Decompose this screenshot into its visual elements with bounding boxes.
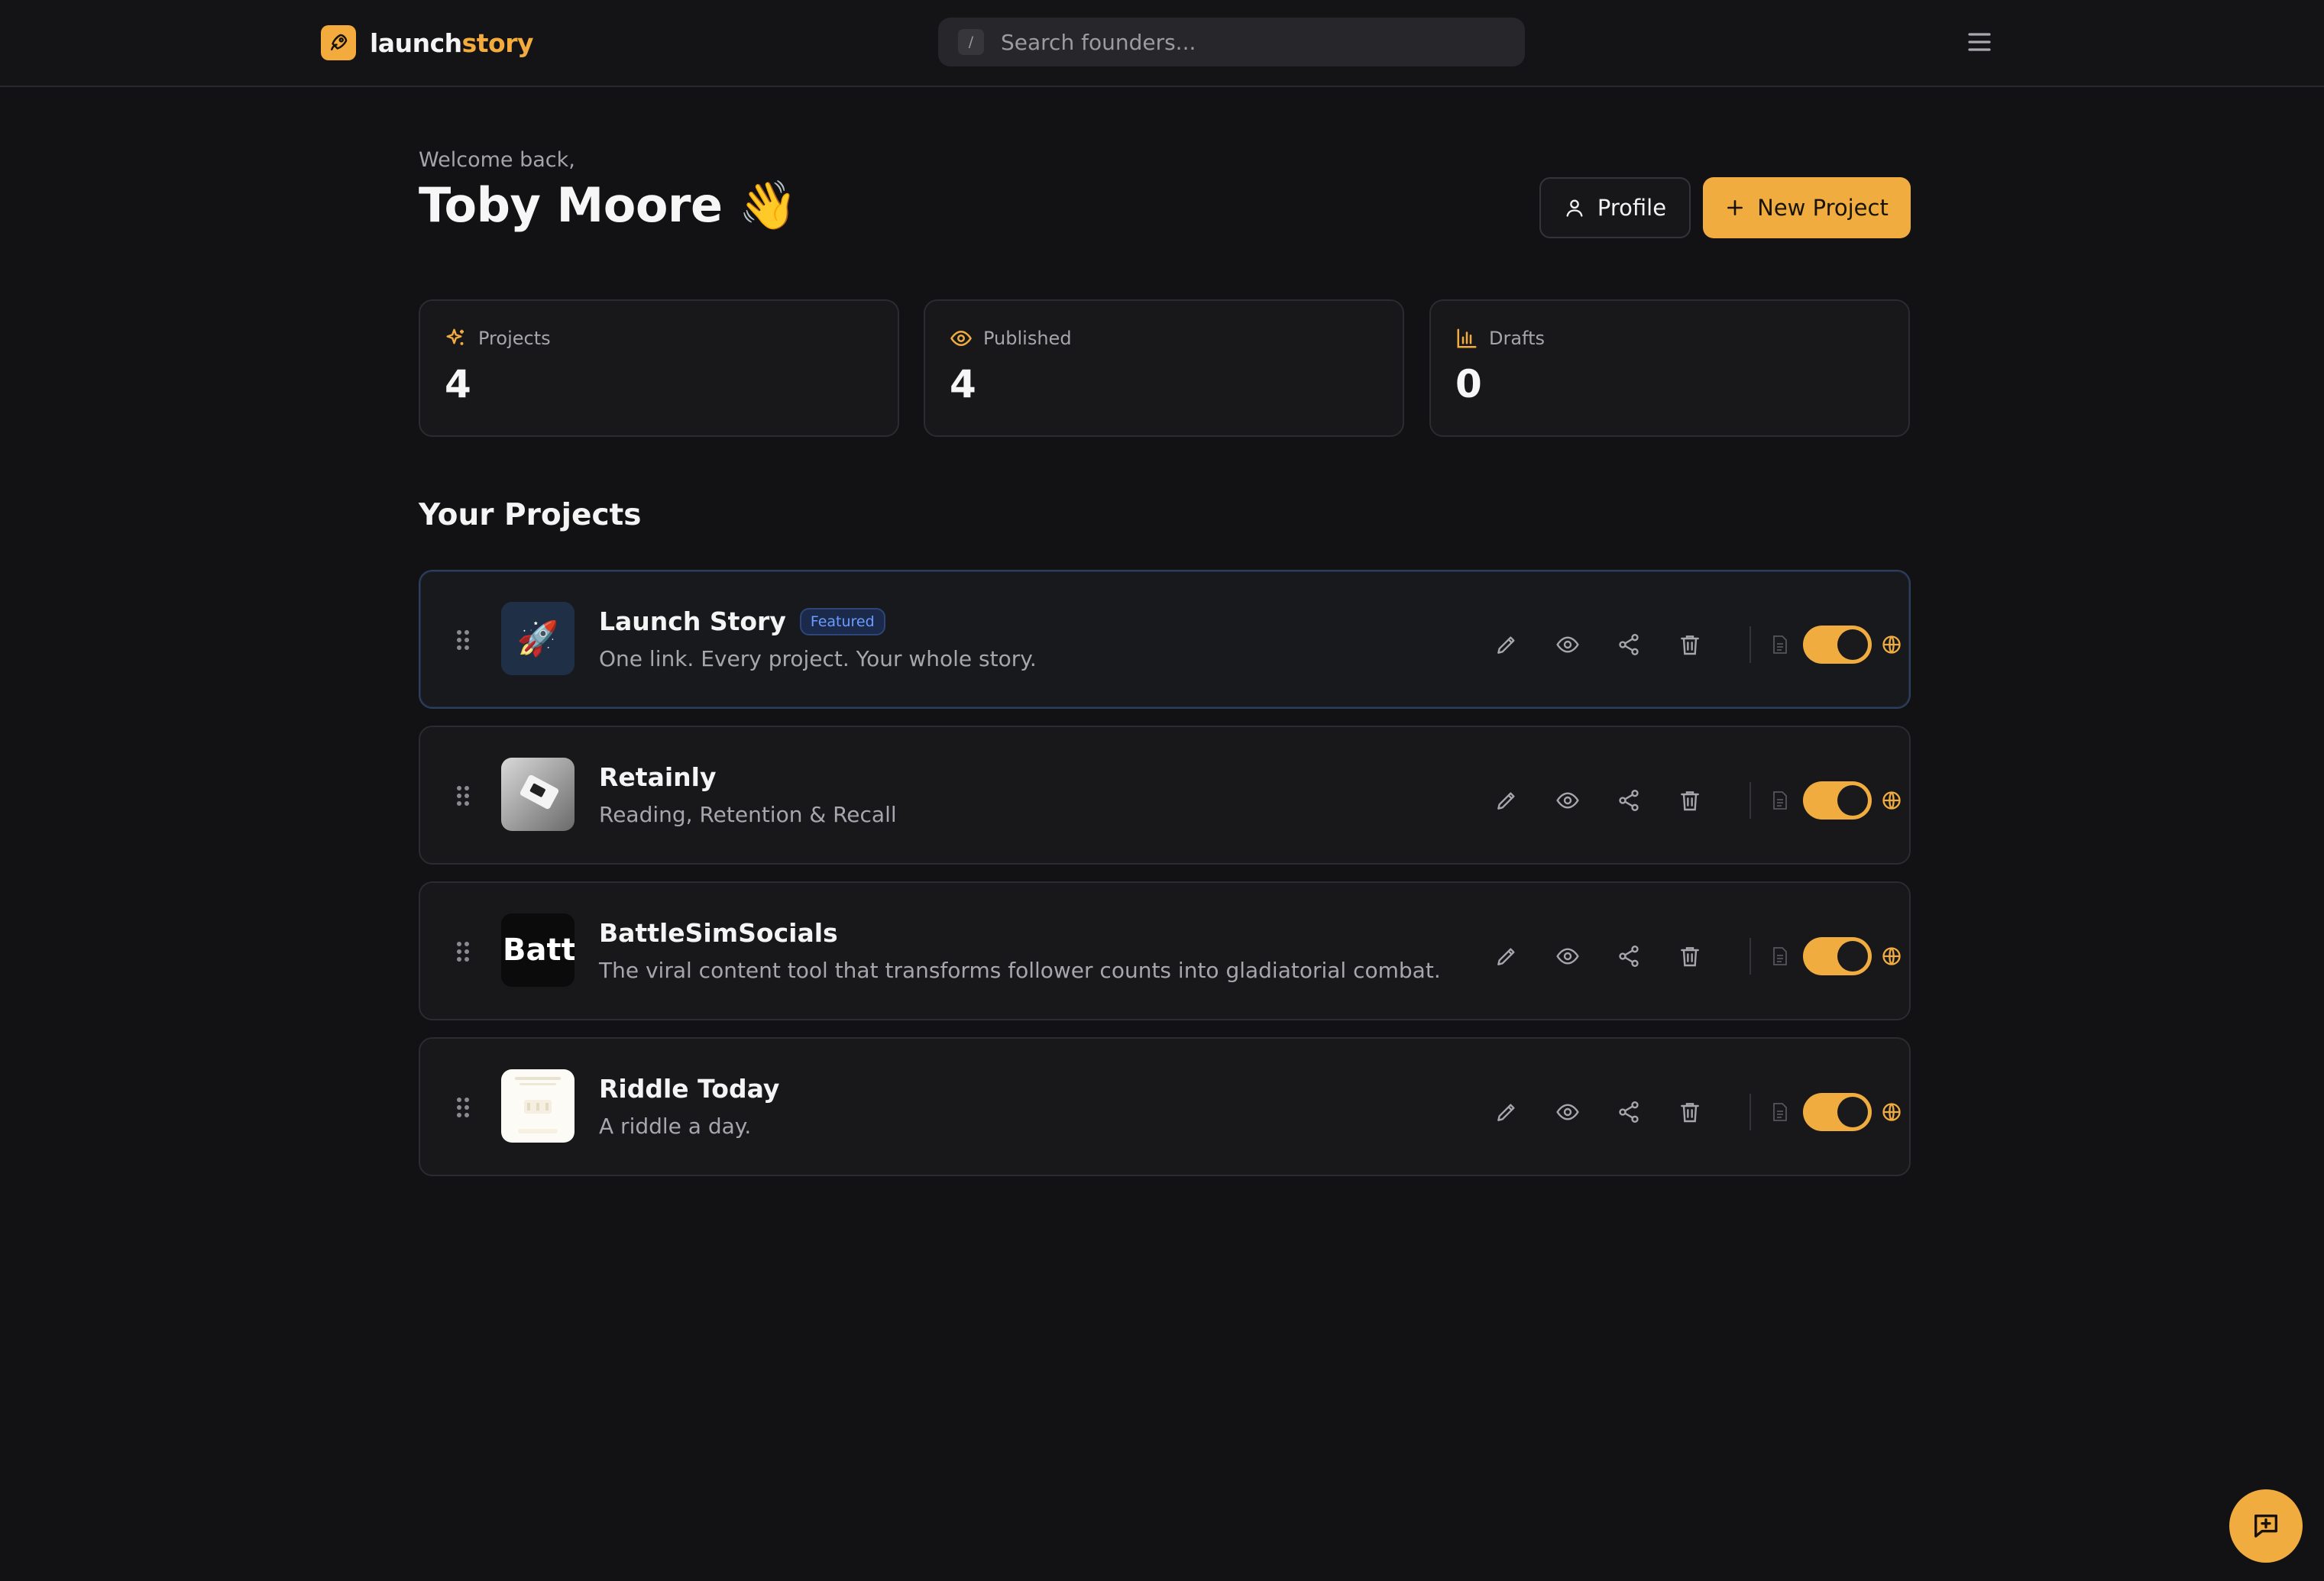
project-card[interactable]: 🚀 Launch Story Featured One link. Every … <box>419 570 1911 709</box>
preview-eye-icon[interactable] <box>1552 1097 1583 1127</box>
brand-name-part2: story <box>461 27 534 58</box>
divider <box>1749 938 1751 975</box>
brand-logo[interactable]: launchstory <box>321 24 534 61</box>
stat-card-drafts: Drafts 0 <box>1429 299 1910 437</box>
globe-icon <box>1881 1101 1902 1123</box>
project-card[interactable]: Battle BattleSimSocials The viral conten… <box>419 881 1911 1020</box>
stat-card-projects: Projects 4 <box>419 299 899 437</box>
document-icon <box>1769 789 1791 812</box>
document-icon <box>1769 633 1791 656</box>
delete-trash-icon[interactable] <box>1675 941 1705 972</box>
top-navigation-bar: launchstory / <box>0 0 2324 87</box>
project-title[interactable]: BattleSimSocials <box>599 918 838 948</box>
globe-icon <box>1881 946 1902 967</box>
stat-label: Drafts <box>1489 328 1545 349</box>
edit-pencil-icon[interactable] <box>1491 629 1522 660</box>
drag-handle-icon[interactable] <box>455 940 471 963</box>
welcome-text: Welcome back, <box>419 148 575 172</box>
project-card[interactable]: Riddle Today A riddle a day. <box>419 1037 1911 1176</box>
project-thumbnail: Battle <box>501 913 575 987</box>
page-title: Toby Moore 👋 <box>419 177 798 233</box>
stat-label: Published <box>983 328 1072 349</box>
profile-button-label: Profile <box>1597 195 1667 221</box>
brand-name: launchstory <box>370 27 534 58</box>
section-title: Your Projects <box>419 498 642 532</box>
project-description: Reading, Retention & Recall <box>599 802 897 827</box>
share-icon[interactable] <box>1614 1097 1644 1127</box>
divider <box>1749 782 1751 819</box>
edit-pencil-icon[interactable] <box>1491 941 1522 972</box>
project-title[interactable]: Riddle Today <box>599 1074 779 1104</box>
profile-button[interactable]: Profile <box>1539 177 1691 238</box>
plus-icon <box>1725 198 1745 218</box>
globe-icon <box>1881 790 1902 811</box>
stat-value: 4 <box>950 362 976 406</box>
drag-handle-icon[interactable] <box>455 1096 471 1119</box>
publish-toggle[interactable] <box>1803 937 1872 975</box>
project-title[interactable]: Retainly <box>599 762 716 792</box>
drag-handle-icon[interactable] <box>455 629 471 651</box>
search-input[interactable] <box>1001 29 1490 55</box>
preview-eye-icon[interactable] <box>1552 941 1583 972</box>
project-description: The viral content tool that transforms f… <box>599 958 1441 983</box>
stat-value: 0 <box>1455 362 1482 406</box>
project-actions <box>1491 1093 1902 1131</box>
share-icon[interactable] <box>1614 785 1644 816</box>
hamburger-menu-icon[interactable] <box>1963 27 1995 57</box>
sparkles-icon <box>445 327 468 350</box>
stat-label: Projects <box>478 328 551 349</box>
project-thumbnail <box>501 1069 575 1143</box>
publish-toggle[interactable] <box>1803 626 1872 664</box>
new-project-button[interactable]: New Project <box>1703 177 1911 238</box>
eye-icon <box>950 327 973 350</box>
project-actions <box>1491 781 1902 820</box>
project-actions <box>1491 937 1902 975</box>
project-thumbnail <box>501 758 575 831</box>
delete-trash-icon[interactable] <box>1675 629 1705 660</box>
document-icon <box>1769 1101 1791 1124</box>
project-card[interactable]: Retainly Reading, Retention & Recall <box>419 726 1911 865</box>
project-thumbnail: 🚀 <box>501 602 575 675</box>
preview-eye-icon[interactable] <box>1552 629 1583 660</box>
featured-badge: Featured <box>799 607 885 635</box>
delete-trash-icon[interactable] <box>1675 785 1705 816</box>
chat-plus-icon <box>2251 1511 2281 1541</box>
publish-toggle[interactable] <box>1803 1093 1872 1131</box>
new-project-button-label: New Project <box>1757 195 1889 221</box>
edit-pencil-icon[interactable] <box>1491 785 1522 816</box>
brand-name-part1: launch <box>370 27 462 58</box>
project-description: One link. Every project. Your whole stor… <box>599 646 1037 671</box>
search-bar[interactable]: / <box>938 18 1525 66</box>
user-icon <box>1564 197 1585 218</box>
share-icon[interactable] <box>1614 941 1644 972</box>
drag-handle-icon[interactable] <box>455 784 471 807</box>
feedback-chat-button[interactable] <box>2229 1489 2303 1563</box>
document-icon <box>1769 945 1791 968</box>
bar-chart-icon <box>1455 327 1478 350</box>
stat-card-published: Published 4 <box>924 299 1404 437</box>
divider <box>1749 1094 1751 1130</box>
globe-icon <box>1881 634 1902 655</box>
preview-eye-icon[interactable] <box>1552 785 1583 816</box>
stat-value: 4 <box>445 362 471 406</box>
share-icon[interactable] <box>1614 629 1644 660</box>
project-actions <box>1491 626 1902 664</box>
delete-trash-icon[interactable] <box>1675 1097 1705 1127</box>
publish-toggle[interactable] <box>1803 781 1872 820</box>
project-title[interactable]: Launch Story <box>599 606 786 636</box>
divider <box>1749 626 1751 663</box>
rocket-logo-icon <box>321 25 356 60</box>
project-description: A riddle a day. <box>599 1114 752 1139</box>
search-shortcut-key: / <box>958 29 984 55</box>
edit-pencil-icon[interactable] <box>1491 1097 1522 1127</box>
